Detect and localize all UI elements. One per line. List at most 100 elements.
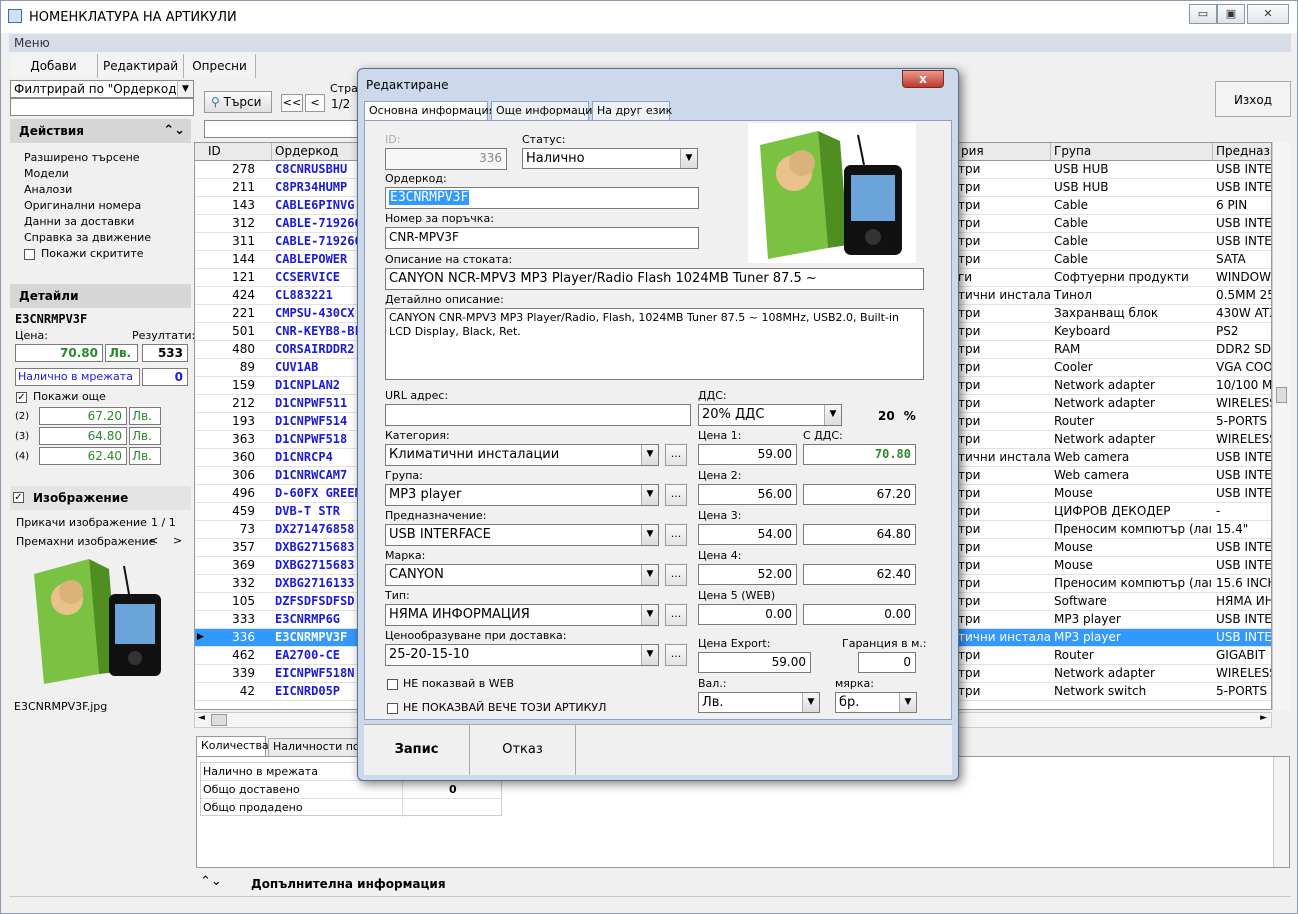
currency-dropdown[interactable]: Лв. ▼ — [698, 692, 820, 713]
category-dropdown[interactable]: Климатични инсталации ▼ — [385, 444, 659, 466]
first-page-button[interactable]: << — [281, 94, 303, 112]
qty-label: Налично в мрежата — [203, 765, 318, 778]
chevron-down-icon[interactable]: ▼ — [641, 445, 658, 465]
exit-button[interactable]: Изход — [1215, 81, 1291, 117]
dialog-close-button[interactable]: x — [902, 70, 944, 88]
action-movement-report[interactable]: Справка за движение — [24, 231, 151, 245]
edit-button[interactable]: Редактирай — [98, 54, 184, 78]
filter-combo[interactable]: Филтрирай по "Ордеркод" ▼ — [10, 80, 194, 98]
pricing-dropdown[interactable]: 25-20-15-10 ▼ — [385, 644, 659, 666]
tab-more-info[interactable]: Още информация — [491, 101, 599, 121]
chevron-down-icon[interactable]: ▼ — [641, 645, 658, 665]
image-prev-button[interactable]: < — [149, 534, 158, 547]
tab-other-language[interactable]: На друг език — [592, 101, 672, 121]
tab-availability[interactable]: Наличности по с — [268, 738, 360, 756]
warranty-field[interactable]: 0 — [858, 652, 916, 673]
price1-vat-field[interactable]: 70.80 — [803, 444, 916, 465]
purpose-browse-button[interactable]: ... — [665, 524, 687, 546]
save-button[interactable]: Запис — [364, 725, 470, 775]
no-web-checkbox[interactable] — [387, 679, 398, 690]
vat-dropdown[interactable]: 20% ДДС ▼ — [698, 404, 842, 426]
image-next-button[interactable]: > — [173, 534, 182, 547]
grid-vertical-scrollbar[interactable] — [1272, 142, 1290, 710]
cancel-button[interactable]: Отказ — [470, 725, 576, 775]
detailed-description-field[interactable]: CANYON CNR-MPV3 MP3 Player/Radio, Flash,… — [385, 308, 924, 380]
chevron-down-icon[interactable]: ▼ — [641, 565, 658, 585]
action-original-numbers[interactable]: Оригинални номера — [24, 199, 141, 213]
ordernum-field[interactable]: CNR-MPV3F — [385, 227, 699, 249]
pricing-browse-button[interactable]: ... — [665, 644, 687, 666]
chevron-down-icon[interactable]: ▼ — [641, 605, 658, 625]
purpose-dropdown[interactable]: USB INTERFACE ▼ — [385, 524, 659, 546]
col-code[interactable]: Ордеркод — [272, 143, 358, 161]
export-price-field[interactable]: 59.00 — [698, 652, 811, 673]
price4-field[interactable]: 52.00 — [698, 564, 797, 585]
price5-vat-field[interactable]: 0.00 — [803, 604, 916, 625]
chevron-down-icon[interactable]: ▼ — [899, 693, 916, 712]
search-button[interactable]: ⚲ Търси — [204, 91, 272, 113]
hide-article-checkbox[interactable] — [387, 703, 398, 714]
col-id[interactable]: ID — [205, 143, 272, 161]
col-group[interactable]: Група — [1051, 143, 1213, 161]
action-models[interactable]: Модели — [24, 167, 69, 181]
group-browse-button[interactable]: ... — [665, 484, 687, 506]
price1-field[interactable]: 59.00 — [698, 444, 797, 465]
type-dropdown[interactable]: НЯМА ИНФОРМАЦИЯ ▼ — [385, 604, 659, 626]
vat-percent: 20% — [878, 410, 916, 422]
status-dropdown[interactable]: Налично ▼ — [522, 148, 698, 169]
chevron-down-icon[interactable]: ▼ — [680, 149, 697, 168]
description-field[interactable]: CANYON NCR-MPV3 MP3 Player/Radio Flash 1… — [385, 268, 924, 290]
price3-field[interactable]: 54.00 — [698, 524, 797, 545]
unit-dropdown[interactable]: бр. ▼ — [835, 692, 917, 713]
search-icon: ⚲ — [211, 95, 220, 109]
chevron-down-icon[interactable]: ▼ — [641, 485, 658, 505]
chevron-down-icon[interactable]: ▼ — [641, 525, 658, 545]
expand-icon[interactable]: ⌃⌄ — [200, 874, 222, 889]
cell-category: три — [958, 504, 981, 518]
type-browse-button[interactable]: ... — [665, 604, 687, 626]
menu-bar[interactable]: Меню — [9, 34, 1291, 52]
scroll-left-icon[interactable]: ◄ — [198, 713, 205, 723]
category-browse-button[interactable]: ... — [665, 444, 687, 466]
filter-input[interactable] — [10, 98, 194, 116]
show-more-checkbox[interactable]: ✓ — [16, 392, 27, 403]
price4-vat-field[interactable]: 62.40 — [803, 564, 916, 585]
more-info-label[interactable]: Допълнителна информация — [251, 877, 446, 891]
attach-image-link[interactable]: Прикачи изображение — [16, 516, 147, 529]
prev-page-button[interactable]: < — [305, 94, 325, 112]
col-purpose[interactable]: Предназна — [1213, 143, 1271, 161]
tab-quantities[interactable]: Количества — [196, 736, 269, 756]
maximize-button[interactable]: ▣ — [1217, 4, 1245, 24]
price2-vat-field[interactable]: 67.20 — [803, 484, 916, 505]
scroll-right-icon[interactable]: ► — [1260, 713, 1267, 723]
col-category[interactable]: рия — [958, 143, 1051, 161]
ordercode-field[interactable]: E3CNRMPV3F — [385, 187, 699, 209]
action-delivery-data[interactable]: Данни за доставки — [24, 215, 134, 229]
image-checkbox[interactable]: ✓ — [13, 492, 24, 503]
price3-vat-field[interactable]: 64.80 — [803, 524, 916, 545]
tab-basic-info[interactable]: Основна информация — [364, 101, 495, 122]
chevron-down-icon[interactable]: ▼ — [177, 81, 193, 97]
action-advanced-search[interactable]: Разширено търсене — [24, 151, 140, 165]
menu-label[interactable]: Меню — [14, 36, 50, 50]
url-field[interactable] — [385, 404, 691, 426]
h-scroll-thumb[interactable] — [211, 714, 227, 726]
remove-image-link[interactable]: Премахни изображение — [16, 535, 155, 548]
add-button[interactable]: Добави — [10, 54, 98, 78]
price5-field[interactable]: 0.00 — [698, 604, 797, 625]
group-dropdown[interactable]: MP3 player ▼ — [385, 484, 659, 506]
show-hidden-checkbox[interactable] — [24, 249, 35, 260]
collapse-icon[interactable]: ⌃⌄ — [163, 119, 185, 143]
brand-dropdown[interactable]: CANYON ▼ — [385, 564, 659, 586]
action-analogs[interactable]: Аналози — [24, 183, 72, 197]
brand-browse-button[interactable]: ... — [665, 564, 687, 586]
quantities-scrollbar[interactable] — [1273, 757, 1289, 867]
grid-search-input[interactable] — [204, 120, 374, 138]
refresh-button[interactable]: Опресни — [184, 54, 256, 78]
chevron-down-icon[interactable]: ▼ — [802, 693, 819, 712]
close-button[interactable]: ✕ — [1247, 4, 1289, 24]
grid-scroll-thumb[interactable] — [1276, 387, 1287, 403]
price2-field[interactable]: 56.00 — [698, 484, 797, 505]
chevron-down-icon[interactable]: ▼ — [824, 405, 841, 425]
minimize-button[interactable]: ▭ — [1189, 4, 1217, 24]
